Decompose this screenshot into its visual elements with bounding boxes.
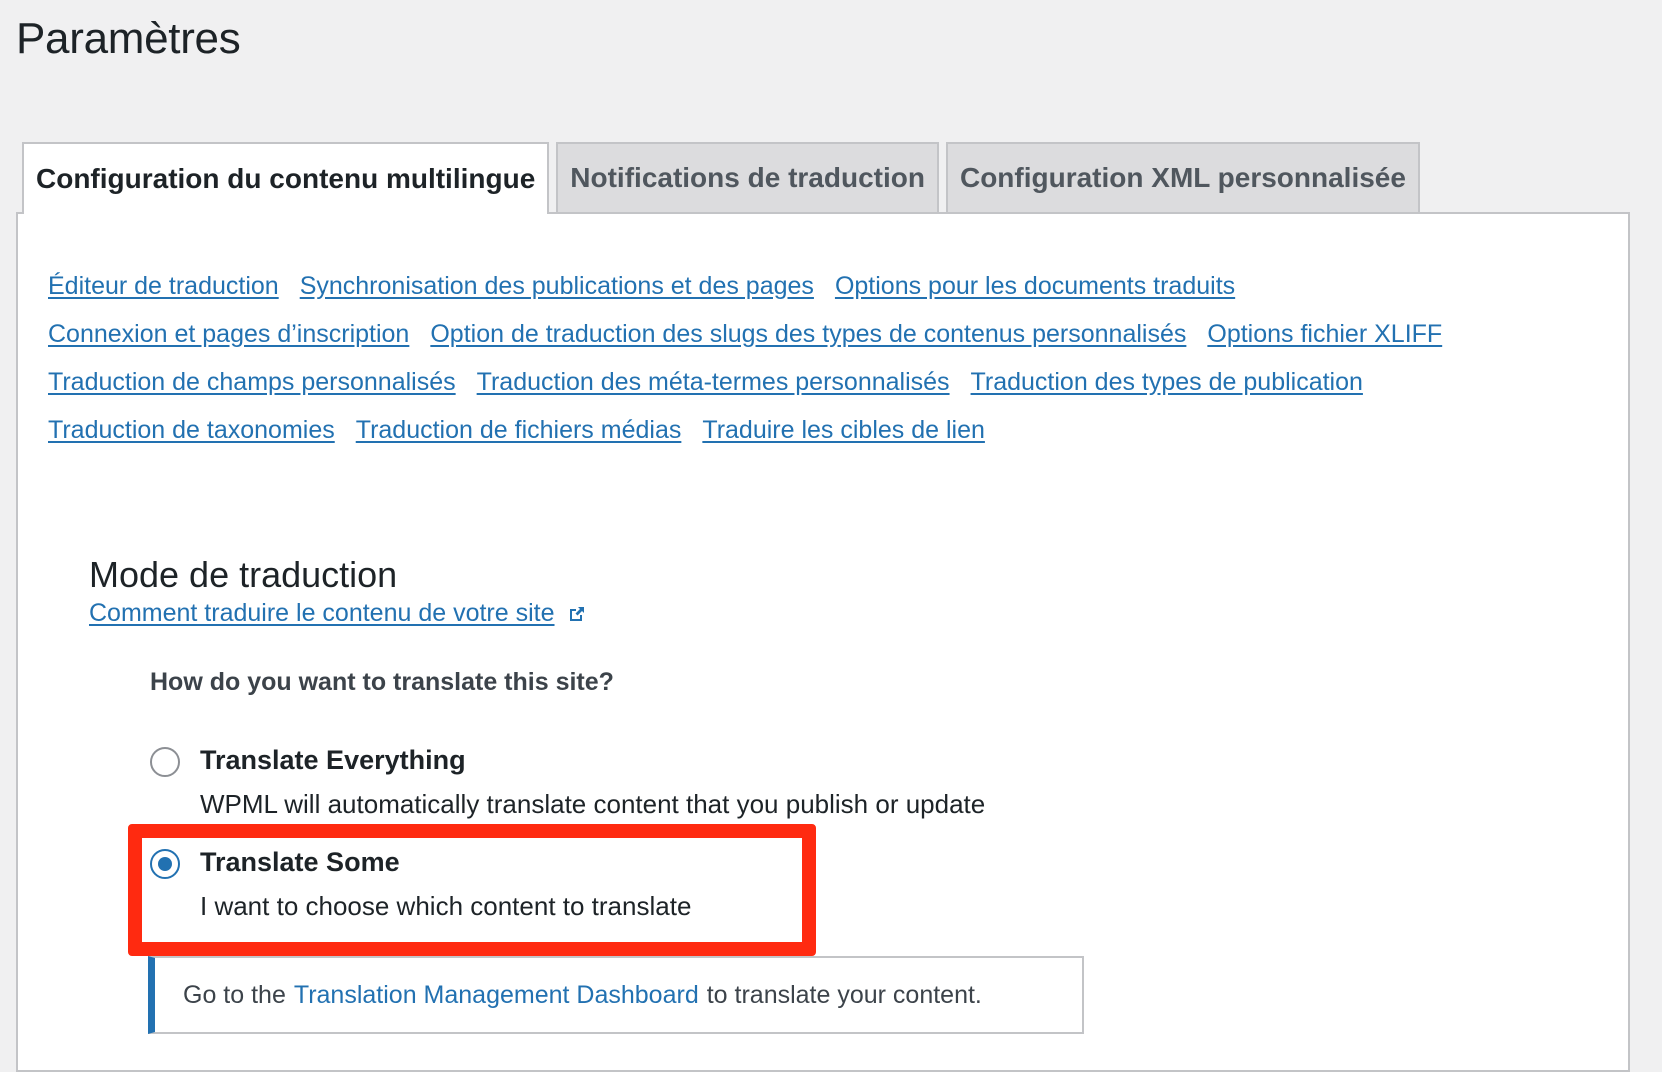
link-link-targets-translation[interactable]: Traduire les cibles de lien (702, 416, 985, 445)
external-link-icon (569, 606, 584, 621)
translation-dashboard-link[interactable]: Translation Management Dashboard (294, 981, 699, 1010)
link-custom-term-meta-translation[interactable]: Traduction des méta-termes personnalisés (477, 368, 950, 397)
translation-mode-title: Mode de traduction (89, 554, 398, 595)
radio-translate-everything[interactable] (150, 747, 180, 777)
section-links: Éditeur de traduction Synchronisation de… (48, 262, 1588, 454)
tab-translation-notifications[interactable]: Notifications de traduction (556, 142, 939, 212)
option-label: Translate Some (200, 847, 400, 877)
link-post-types-translation[interactable]: Traduction des types de publication (971, 368, 1363, 397)
link-translation-editor[interactable]: Éditeur de traduction (48, 272, 279, 301)
link-row: Traduction de champs personnalisés Tradu… (48, 358, 1588, 406)
link-custom-fields-translation[interactable]: Traduction de champs personnalisés (48, 368, 456, 397)
dashboard-notice: Go to the Translation Management Dashboa… (148, 956, 1084, 1034)
link-taxonomies-translation[interactable]: Traduction de taxonomies (48, 416, 335, 445)
highlight-annotation-box (128, 824, 816, 956)
link-login-registration-pages[interactable]: Connexion et pages d’inscription (48, 320, 409, 349)
radio-translate-some[interactable] (150, 849, 180, 879)
link-custom-post-type-slugs[interactable]: Option de traduction des slugs des types… (430, 320, 1186, 349)
link-translated-documents-options[interactable]: Options pour les documents traduits (835, 272, 1235, 301)
link-row: Connexion et pages d’inscription Option … (48, 310, 1588, 358)
option-description: WPML will automatically translate conten… (200, 789, 986, 819)
translate-question: How do you want to translate this site? (150, 668, 614, 696)
link-xliff-options[interactable]: Options fichier XLIFF (1207, 320, 1442, 349)
notice-suffix: to translate your content. (706, 980, 982, 1009)
notice-prefix: Go to the (183, 980, 286, 1009)
settings-tabs: Configuration du contenu multilingue Not… (22, 142, 1420, 214)
how-to-translate-link-label: Comment traduire le contenu de votre sit… (89, 599, 555, 627)
option-description: I want to choose which content to transl… (200, 891, 692, 921)
option-label: Translate Everything (200, 745, 466, 775)
page-title: Paramètres (16, 14, 241, 63)
settings-panel: Éditeur de traduction Synchronisation de… (16, 212, 1630, 1072)
link-row: Éditeur de traduction Synchronisation de… (48, 262, 1588, 310)
tab-multilingual-content-config[interactable]: Configuration du contenu multilingue (22, 142, 550, 214)
link-posts-pages-sync[interactable]: Synchronisation des publications et des … (300, 272, 814, 301)
how-to-translate-link[interactable]: Comment traduire le contenu de votre sit… (89, 599, 587, 628)
link-media-translation[interactable]: Traduction de fichiers médias (356, 416, 682, 445)
link-row: Traduction de taxonomies Traduction de f… (48, 406, 1588, 454)
tab-custom-xml-config[interactable]: Configuration XML personnalisée (945, 142, 1420, 212)
